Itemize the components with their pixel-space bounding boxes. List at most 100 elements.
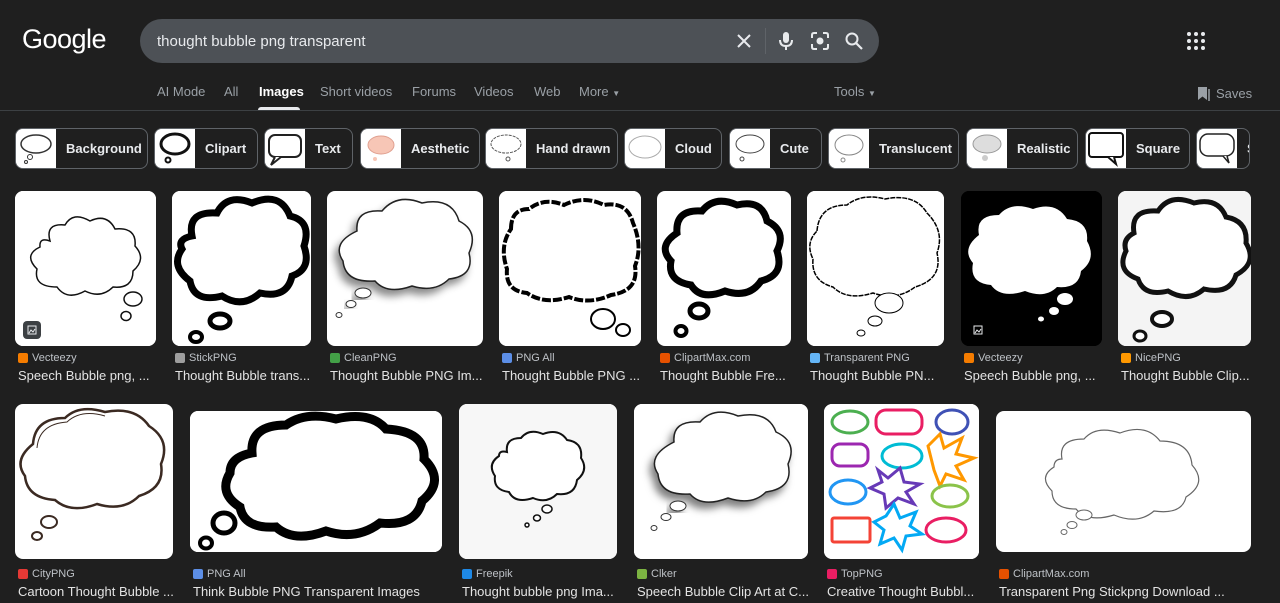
search-icon[interactable] [843,30,865,52]
chip-thumbnail [1086,129,1126,168]
result-thumbnail[interactable] [327,191,483,346]
result-thumbnail[interactable] [499,191,641,346]
tab-images[interactable]: Images [259,84,304,99]
chip-aesthetic[interactable]: Aesthetic [360,128,480,169]
search-box[interactable] [140,19,879,63]
search-tabs: AI Mode All Images Short videos Forums V… [0,84,1280,110]
tab-more[interactable]: More ▼ [579,84,620,99]
tab-all[interactable]: All [224,84,238,99]
result-thumbnail[interactable] [1118,191,1251,346]
chip-label: Clipart [205,141,247,156]
header-divider [0,110,1280,111]
source-name: CityPNG [32,568,75,580]
chip-thumbnail [730,129,770,168]
search-divider [765,28,766,54]
result-source: StickPNG [175,352,237,364]
microphone-icon[interactable] [775,30,797,52]
chip-label: Cloud [675,141,712,156]
saves-button[interactable]: Saves [1197,86,1252,101]
clear-icon[interactable] [733,30,755,52]
tab-ai-mode[interactable]: AI Mode [157,84,205,99]
chip-thumbnail [265,129,305,168]
lens-icon[interactable] [809,30,831,52]
source-name: CleanPNG [344,352,397,364]
chip-text[interactable]: Text [264,128,353,169]
chip-realistic[interactable]: Realistic [966,128,1078,169]
result-thumbnail[interactable] [190,411,442,552]
result-thumbnail[interactable] [657,191,791,346]
source-favicon [18,353,28,363]
result-thumbnail[interactable] [824,404,979,559]
apps-grid-icon[interactable] [1186,31,1206,51]
chip-translucent[interactable]: Translucent [828,128,959,169]
tab-forums[interactable]: Forums [412,84,456,99]
source-name: NicePNG [1135,352,1181,364]
result-title[interactable]: Speech Bubble Clip Art at C... [637,584,811,599]
source-name: Freepik [476,568,513,580]
result-title[interactable]: Thought Bubble PNG Im... [330,368,486,383]
source-favicon [964,353,974,363]
result-source: TopPNG [827,568,883,580]
chip-label: Background [66,141,142,156]
source-name: PNG All [207,568,246,580]
result-title[interactable]: Thought Bubble trans... [175,368,314,383]
result-title[interactable]: Think Bubble PNG Transparent Images [193,584,445,599]
result-source: ClipartMax.com [660,352,750,364]
tab-web[interactable]: Web [534,84,561,99]
source-favicon [175,353,185,363]
source-name: PNG All [516,352,555,364]
source-name: ClipartMax.com [1013,568,1090,580]
result-title[interactable]: Thought Bubble PN... [810,368,947,383]
result-thumbnail[interactable] [15,404,173,559]
chip-square[interactable]: Square [1085,128,1190,169]
chip-more-partial[interactable]: S [1196,128,1250,169]
tab-videos[interactable]: Videos [474,84,514,99]
result-source: PNG All [502,352,555,364]
result-source: Transparent PNG [810,352,910,364]
result-title[interactable]: Thought Bubble Fre... [660,368,794,383]
bookmark-icon [1198,87,1210,101]
result-title[interactable]: Speech Bubble png, ... [18,368,159,383]
source-favicon [18,569,28,579]
result-thumbnail[interactable] [961,191,1102,346]
image-badge-icon [23,321,41,339]
result-title[interactable]: Creative Thought Bubbl... [827,584,982,599]
chip-thumbnail [155,129,195,168]
result-thumbnail[interactable] [807,191,944,346]
result-title[interactable]: Cartoon Thought Bubble ... [18,584,176,599]
source-favicon [637,569,647,579]
result-title[interactable]: Transparent Png Stickpng Download ... [999,584,1254,599]
result-title[interactable]: Thought Bubble PNG ... [502,368,644,383]
result-thumbnail[interactable] [15,191,156,346]
result-thumbnail[interactable] [996,411,1251,552]
source-favicon [1121,353,1131,363]
caret-down-icon: ▼ [612,89,621,98]
chip-cute[interactable]: Cute [729,128,822,169]
chip-clipart[interactable]: Clipart [154,128,258,169]
source-favicon [660,353,670,363]
chip-cloud[interactable]: Cloud [624,128,722,169]
tab-short-videos[interactable]: Short videos [320,84,392,99]
chip-hand-drawn[interactable]: Hand drawn [485,128,618,169]
result-thumbnail[interactable] [172,191,311,346]
result-title[interactable]: Speech Bubble png, ... [964,368,1105,383]
result-source: PNG All [193,568,246,580]
tab-more-label: More [579,84,609,99]
caret-down-icon: ▼ [867,89,876,98]
result-title[interactable]: Thought bubble png Ima... [462,584,620,599]
source-name: ClipartMax.com [674,352,751,364]
search-input[interactable] [157,30,717,52]
source-favicon [193,569,203,579]
chip-background[interactable]: Background [15,128,148,169]
result-source: ClipartMax.com [999,568,1089,580]
tools-label: Tools [834,84,865,99]
source-favicon [999,569,1009,579]
result-title[interactable]: Thought Bubble Clip... [1121,368,1254,383]
google-logo[interactable]: Google [22,24,107,55]
chip-label: S [1237,141,1249,156]
tools-button[interactable]: Tools ▼ [834,84,876,99]
result-thumbnail[interactable] [459,404,617,559]
saves-label: Saves [1216,86,1253,101]
result-thumbnail[interactable] [634,404,808,559]
source-name: Vecteezy [978,352,1023,364]
